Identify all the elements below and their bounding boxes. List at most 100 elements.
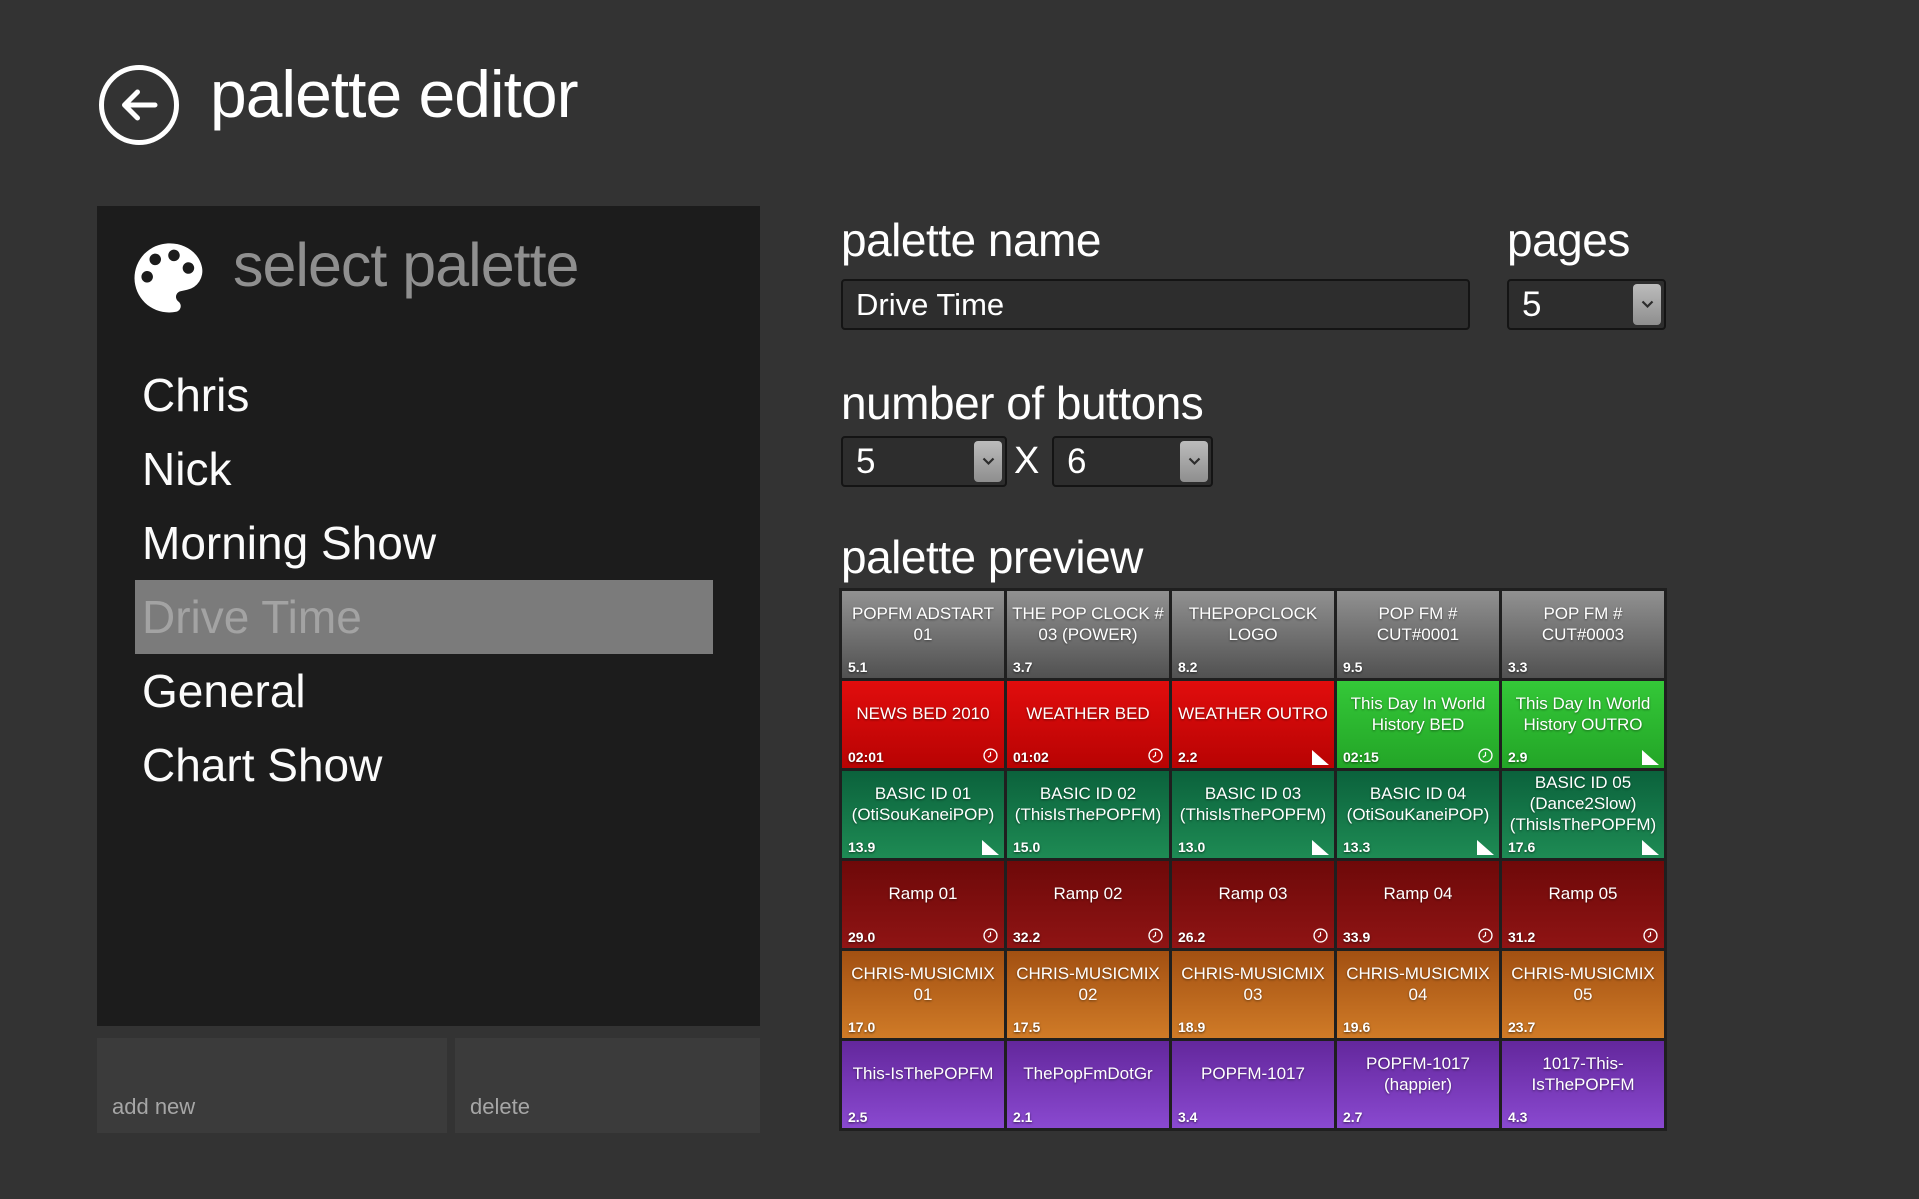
preview-cell[interactable]: BASIC ID 03 (ThisIsThePOPFM)13.0	[1172, 771, 1334, 858]
preview-cell[interactable]: POP FM # CUT#00019.5	[1337, 591, 1499, 678]
preview-cell[interactable]: THEPOPCLOCK LOGO 8.2	[1172, 591, 1334, 678]
palette-list-item[interactable]: Drive Time	[135, 580, 713, 654]
cell-title: This Day In World History OUTRO	[1507, 683, 1659, 746]
rows-select[interactable]: 6	[1052, 436, 1213, 487]
loop-clock-icon	[1147, 747, 1164, 764]
cell-duration: 13.0	[1178, 839, 1205, 855]
cell-title: THE POP CLOCK # 03 (POWER)	[1012, 593, 1164, 656]
preview-cell[interactable]: POPFM-1017 3.4	[1172, 1041, 1334, 1128]
cell-title: ThePopFmDotGr	[1012, 1043, 1164, 1106]
cell-duration: 3.7	[1013, 659, 1032, 675]
corner-marker-icon	[1312, 840, 1329, 855]
cell-title: 1017-This-IsThePOPFM	[1507, 1043, 1659, 1106]
loop-clock-icon	[1312, 927, 1329, 944]
palette-list: ChrisNickMorning ShowDrive TimeGeneralCh…	[135, 358, 713, 802]
cell-duration: 4.3	[1508, 1109, 1527, 1125]
preview-cell[interactable]: CHRIS-MUSICMIX 03 18.9	[1172, 951, 1334, 1038]
cell-duration: 31.2	[1508, 929, 1535, 945]
cell-duration: 2.2	[1178, 749, 1197, 765]
cell-title: POP FM # CUT#0003	[1507, 593, 1659, 656]
preview-cell[interactable]: CHRIS-MUSICMIX 05 23.7	[1502, 951, 1664, 1038]
preview-cell[interactable]: This Day In World History BED02:15	[1337, 681, 1499, 768]
cell-duration: 17.6	[1508, 839, 1535, 855]
preview-cell[interactable]: POPFM-1017 (happier)2.7	[1337, 1041, 1499, 1128]
cell-duration: 18.9	[1178, 1019, 1205, 1035]
palette-name-input[interactable]: Drive Time	[841, 279, 1470, 330]
cell-duration: 01:02	[1013, 749, 1049, 765]
cell-title: This-IsThePOPFM	[847, 1043, 999, 1106]
preview-cell[interactable]: Ramp 0531.2	[1502, 861, 1664, 948]
loop-clock-icon	[1642, 927, 1659, 944]
palette-name-value: Drive Time	[856, 287, 1004, 323]
cell-duration: 23.7	[1508, 1019, 1535, 1035]
palette-list-item[interactable]: Nick	[135, 432, 713, 506]
preview-cell[interactable]: WEATHER OUTRO2.2	[1172, 681, 1334, 768]
cell-title: CHRIS-MUSICMIX 04	[1342, 953, 1494, 1016]
cell-duration: 2.7	[1343, 1109, 1362, 1125]
preview-cell[interactable]: POP FM # CUT#0003 3.3	[1502, 591, 1664, 678]
cell-title: CHRIS-MUSICMIX 03	[1177, 953, 1329, 1016]
preview-cell[interactable]: NEWS BED 201002:01	[842, 681, 1004, 768]
cell-duration: 2.9	[1508, 749, 1527, 765]
corner-marker-icon	[1477, 840, 1494, 855]
cell-duration: 33.9	[1343, 929, 1370, 945]
cell-duration: 3.3	[1508, 659, 1527, 675]
back-arrow-icon	[96, 62, 182, 148]
palette-list-item[interactable]: Morning Show	[135, 506, 713, 580]
pages-select[interactable]: 5	[1507, 279, 1666, 330]
cell-duration: 8.2	[1178, 659, 1197, 675]
preview-cell[interactable]: This-IsThePOPFM 2.5	[842, 1041, 1004, 1128]
delete-button[interactable]: delete	[455, 1038, 760, 1133]
cell-title: BASIC ID 04 (OtiSouKaneiPOP)	[1342, 773, 1494, 836]
preview-cell[interactable]: POPFM ADSTART 015.1	[842, 591, 1004, 678]
cell-title: NEWS BED 2010	[847, 683, 999, 746]
preview-cell[interactable]: ThePopFmDotGr2.1	[1007, 1041, 1169, 1128]
palette-list-item[interactable]: General	[135, 654, 713, 728]
preview-cell[interactable]: CHRIS-MUSICMIX 0117.0	[842, 951, 1004, 1038]
cell-title: POP FM # CUT#0001	[1342, 593, 1494, 656]
loop-clock-icon	[1147, 927, 1164, 944]
page-title: palette editor	[210, 56, 578, 132]
cell-title: POPFM ADSTART 01	[847, 593, 999, 656]
corner-marker-icon	[982, 840, 999, 855]
preview-cell[interactable]: BASIC ID 04 (OtiSouKaneiPOP) 13.3	[1337, 771, 1499, 858]
cell-title: WEATHER BED	[1012, 683, 1164, 746]
preview-cell[interactable]: Ramp 0433.9	[1337, 861, 1499, 948]
columns-select[interactable]: 5	[841, 436, 1007, 487]
chevron-down-icon	[1633, 284, 1661, 325]
add-new-button[interactable]: add new	[97, 1038, 447, 1133]
cell-duration: 13.3	[1343, 839, 1370, 855]
cell-duration: 17.5	[1013, 1019, 1040, 1035]
pages-label: pages	[1507, 213, 1630, 267]
preview-cell[interactable]: Ramp 0232.2	[1007, 861, 1169, 948]
loop-clock-icon	[1477, 747, 1494, 764]
preview-cell[interactable]: BASIC ID 01 (OtiSouKaneiPOP)13.9	[842, 771, 1004, 858]
palette-list-item[interactable]: Chart Show	[135, 728, 713, 802]
cell-title: THEPOPCLOCK LOGO	[1177, 593, 1329, 656]
cell-duration: 32.2	[1013, 929, 1040, 945]
cell-title: POPFM-1017	[1177, 1043, 1329, 1106]
cell-title: CHRIS-MUSICMIX 05	[1507, 953, 1659, 1016]
chevron-down-icon	[974, 441, 1002, 482]
cell-duration: 2.5	[848, 1109, 867, 1125]
loop-clock-icon	[982, 927, 999, 944]
preview-cell[interactable]: CHRIS-MUSICMIX 0419.6	[1337, 951, 1499, 1038]
preview-cell[interactable]: BASIC ID 02 (ThisIsThePOPFM)15.0	[1007, 771, 1169, 858]
preview-cell[interactable]: 1017-This-IsThePOPFM 4.3	[1502, 1041, 1664, 1128]
preview-cell[interactable]: Ramp 0326.2	[1172, 861, 1334, 948]
cell-duration: 3.4	[1178, 1109, 1197, 1125]
palette-list-item[interactable]: Chris	[135, 358, 713, 432]
preview-cell[interactable]: CHRIS-MUSICMIX 0217.5	[1007, 951, 1169, 1038]
preview-cell[interactable]: Ramp 0129.0	[842, 861, 1004, 948]
preview-cell[interactable]: WEATHER BED 01:02	[1007, 681, 1169, 768]
preview-cell[interactable]: This Day In World History OUTRO 2.9	[1502, 681, 1664, 768]
select-palette-panel: select palette ChrisNickMorning ShowDriv…	[97, 206, 760, 1026]
preview-cell[interactable]: THE POP CLOCK # 03 (POWER) 3.7	[1007, 591, 1169, 678]
cell-duration: 17.0	[848, 1019, 875, 1035]
preview-cell[interactable]: BASIC ID 05 (Dance2Slow) (ThisIsThePOPFM…	[1502, 771, 1664, 858]
corner-marker-icon	[1642, 840, 1659, 855]
cell-title: BASIC ID 01 (OtiSouKaneiPOP)	[847, 773, 999, 836]
cell-title: BASIC ID 02 (ThisIsThePOPFM)	[1012, 773, 1164, 836]
back-button[interactable]	[96, 62, 182, 148]
columns-value: 5	[856, 442, 875, 482]
